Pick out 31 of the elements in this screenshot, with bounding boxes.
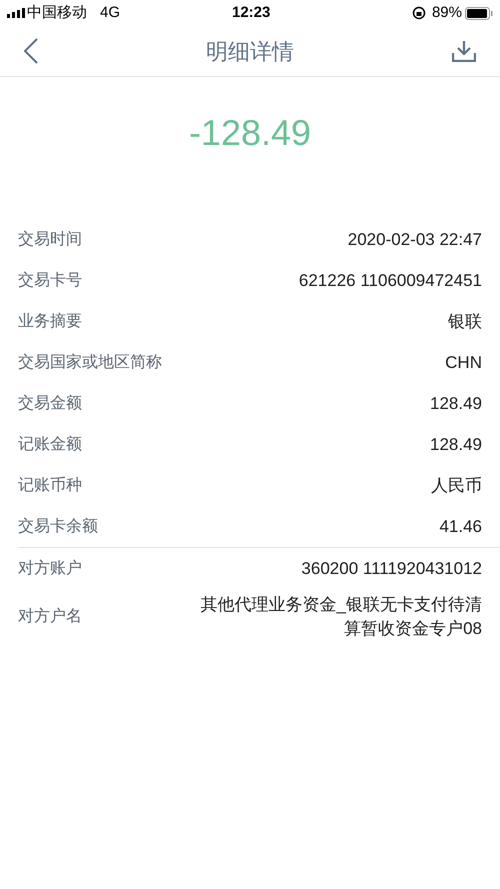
- field-value: CHN: [445, 352, 482, 374]
- network-type: 4G: [100, 2, 120, 23]
- field-value: 360200 1111920431012: [301, 558, 482, 580]
- amount: -128.49: [188, 110, 312, 154]
- field-label: 记账币种: [18, 476, 82, 496]
- download-icon[interactable]: [452, 40, 476, 62]
- rotation-lock-icon: [412, 6, 426, 20]
- signal-icon: [7, 8, 25, 18]
- field-value: 银联: [448, 310, 482, 332]
- carrier-name: 中国移动: [27, 2, 87, 23]
- field-value: 128.49: [430, 434, 482, 456]
- field-value: 128.49: [430, 392, 482, 414]
- field-label: 业务摘要: [18, 312, 82, 332]
- field-label: 交易金额: [18, 394, 82, 414]
- field-label: 交易国家或地区简称: [18, 352, 162, 372]
- field-value: 41.46: [439, 516, 482, 538]
- field-label: 交易时间: [18, 230, 82, 250]
- field-value: 其他代理业务资金_银联无卡支付待清算暂收资金专户08: [200, 594, 482, 640]
- field-value: 621226 1106009472451: [298, 270, 482, 292]
- field-label: 交易卡号: [18, 270, 82, 290]
- battery-icon: [465, 6, 493, 20]
- field-label: 对方账户: [18, 558, 82, 578]
- page-title: 明细详情: [206, 38, 294, 66]
- field-label: 对方户名: [18, 606, 82, 627]
- field-value: 人民币: [431, 474, 482, 496]
- field-value: 2020-02-03 22:47: [348, 228, 482, 250]
- battery-percent: 89%: [432, 2, 462, 23]
- field-label: 交易卡余额: [18, 516, 98, 536]
- back-icon[interactable]: [24, 38, 38, 64]
- clock-time: 12:23: [232, 2, 270, 23]
- field-label: 记账金额: [18, 434, 82, 454]
